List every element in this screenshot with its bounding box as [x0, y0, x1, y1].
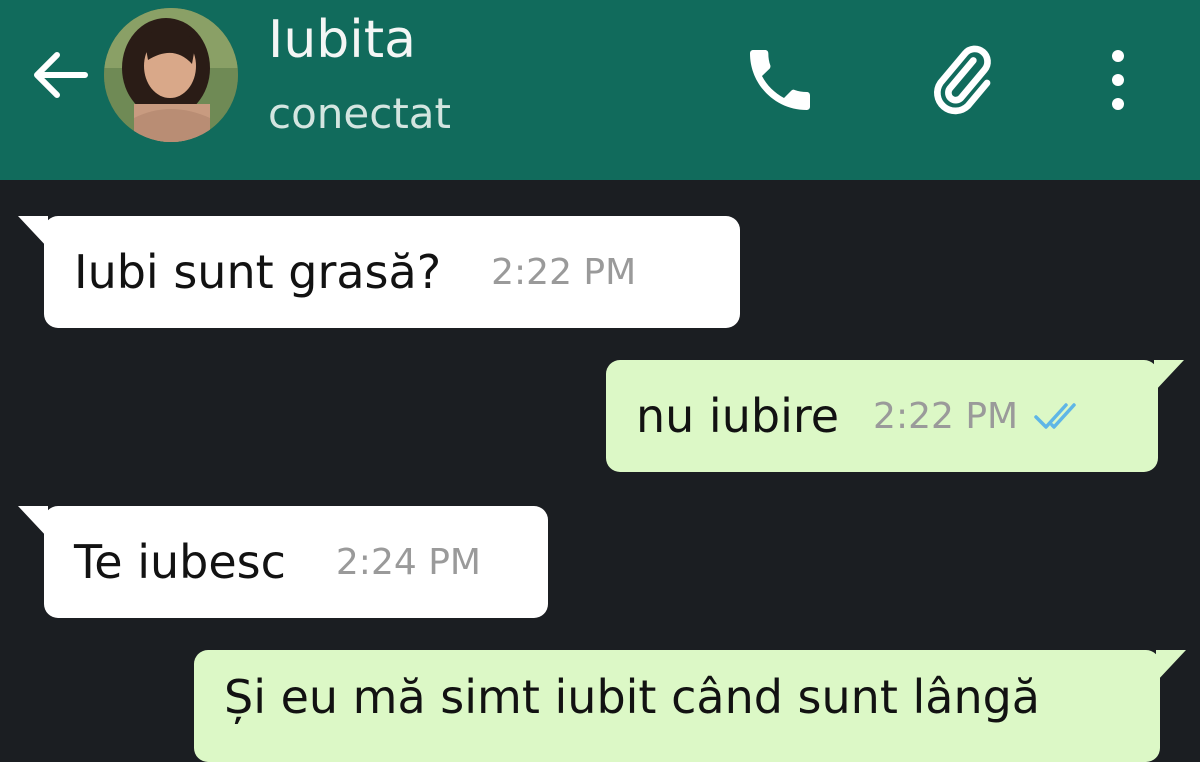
bubble-tail	[18, 506, 48, 538]
back-button[interactable]	[22, 38, 96, 112]
message-text: nu iubire	[636, 389, 840, 443]
arrow-left-icon	[34, 52, 88, 98]
message-bubble-incoming[interactable]: Iubi sunt grasă? 2:22 PM	[18, 216, 740, 328]
message-time: 2:22 PM	[491, 251, 637, 293]
read-receipt	[1032, 399, 1088, 433]
message-time: 2:24 PM	[335, 541, 481, 583]
chat-area[interactable]: Iubi sunt grasă? 2:22 PM nu iubire 2:22 …	[0, 180, 1200, 762]
bubble-tail	[1156, 650, 1186, 682]
message-text: Și eu mă simt iubit când sunt lângă	[224, 670, 1040, 724]
more-vert-icon	[1112, 50, 1124, 110]
contact-info[interactable]: Iubita conectat	[268, 8, 451, 142]
message-text: Te iubesc	[74, 535, 286, 589]
message-bubble-outgoing[interactable]: nu iubire 2:22 PM	[606, 360, 1184, 472]
phone-icon	[750, 50, 810, 110]
contact-photo	[104, 8, 238, 142]
paperclip-icon	[934, 45, 991, 115]
contact-status: conectat	[268, 89, 452, 138]
bubble-tail	[1154, 360, 1184, 392]
message-bubble-outgoing[interactable]: Și eu mă simt iubit când sunt lângă	[194, 650, 1186, 762]
message-text: Iubi sunt grasă?	[74, 245, 442, 299]
bubble-tail	[18, 216, 48, 248]
message-time: 2:22 PM	[873, 395, 1019, 437]
chat-header: Iubita conectat	[0, 0, 1200, 180]
contact-avatar[interactable]	[104, 8, 238, 142]
attach-button[interactable]	[910, 30, 1010, 130]
message-bubble-incoming[interactable]: Te iubesc 2:24 PM	[18, 506, 548, 618]
double-check-read-icon	[1034, 403, 1076, 429]
contact-name: Iubita	[268, 10, 417, 70]
voice-call-button[interactable]	[730, 30, 830, 130]
more-options-button[interactable]	[1068, 30, 1168, 130]
